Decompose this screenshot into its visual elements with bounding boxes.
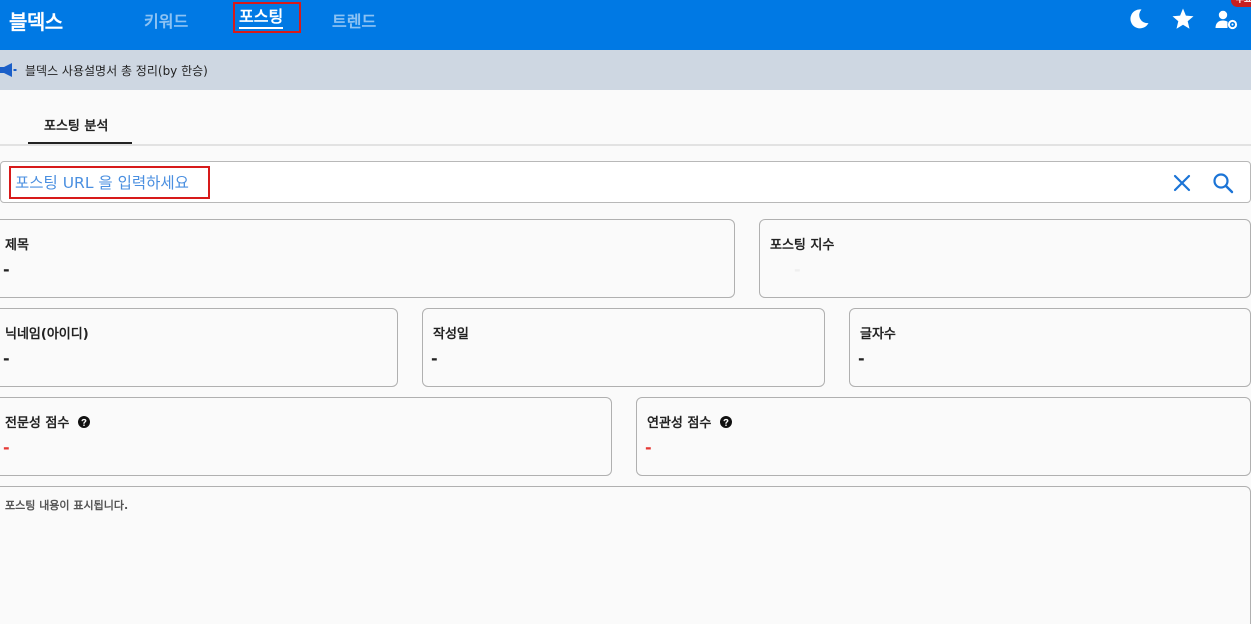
- title-value: -: [3, 260, 10, 279]
- char-count-card: 글자수 -: [849, 308, 1251, 387]
- posting-index-card: 포스팅 지수 -: [759, 219, 1251, 298]
- nav-posting-label: 포스팅: [239, 8, 284, 29]
- tab-posting-analysis-label: 포스팅 분석: [44, 119, 109, 134]
- content-placeholder: 포스팅 내용이 표시됩니다.: [5, 499, 129, 512]
- search-icon[interactable]: [1211, 171, 1235, 195]
- relevance-label-wrap: 연관성 점수: [647, 412, 732, 431]
- char-count-value: -: [858, 349, 865, 368]
- notice-bar[interactable]: 블덱스 사용설명서 총 정리(by 한승): [0, 50, 1251, 90]
- clear-icon[interactable]: [1172, 173, 1192, 193]
- title-card: 제목 -: [0, 219, 735, 298]
- nickname-value: -: [3, 349, 10, 368]
- expertise-label-wrap: 전문성 점수: [5, 412, 90, 431]
- posting-index-label: 포스팅 지수: [770, 238, 835, 253]
- posting-index-value: -: [794, 260, 801, 279]
- user-settings-icon[interactable]: [1214, 7, 1238, 31]
- posting-content-card: 포스팅 내용이 표시됩니다.: [0, 486, 1251, 624]
- nickname-label: 닉네임(아이디): [5, 327, 89, 342]
- date-label: 작성일: [433, 327, 469, 342]
- nickname-card: 닉네임(아이디) -: [0, 308, 398, 387]
- expertise-score-card: 전문성 점수 -: [0, 397, 612, 476]
- moon-icon[interactable]: [1127, 7, 1151, 31]
- tab-posting-analysis[interactable]: 포스팅 분석: [28, 106, 132, 144]
- date-value: -: [431, 349, 438, 368]
- megaphone-icon: [0, 63, 17, 77]
- nav-keyword[interactable]: 키워드: [144, 8, 188, 32]
- nav-posting[interactable]: 포스팅: [233, 2, 301, 33]
- char-count-label: 글자수: [860, 327, 896, 342]
- relevance-value: -: [645, 438, 652, 457]
- search-box: [0, 161, 1251, 203]
- nav-trend[interactable]: 트렌드: [332, 8, 376, 32]
- relevance-score-card: 연관성 점수 -: [636, 397, 1251, 476]
- date-card: 작성일 -: [422, 308, 825, 387]
- top-nav-bar: 블덱스 키워드 포스팅 트렌드 무료: [0, 0, 1251, 50]
- free-badge: 무료: [1231, 0, 1251, 7]
- help-icon[interactable]: [719, 416, 732, 428]
- help-icon[interactable]: [77, 416, 90, 428]
- relevance-label: 연관성 점수: [647, 416, 712, 431]
- notice-text[interactable]: 블덱스 사용설명서 총 정리(by 한승): [25, 62, 208, 79]
- expertise-label: 전문성 점수: [5, 416, 70, 431]
- tab-divider: [0, 144, 1251, 146]
- title-label: 제목: [5, 238, 29, 253]
- expertise-value: -: [3, 438, 10, 457]
- posting-url-input[interactable]: [9, 166, 210, 199]
- brand-logo[interactable]: 블덱스: [9, 6, 63, 35]
- star-icon[interactable]: [1171, 7, 1195, 31]
